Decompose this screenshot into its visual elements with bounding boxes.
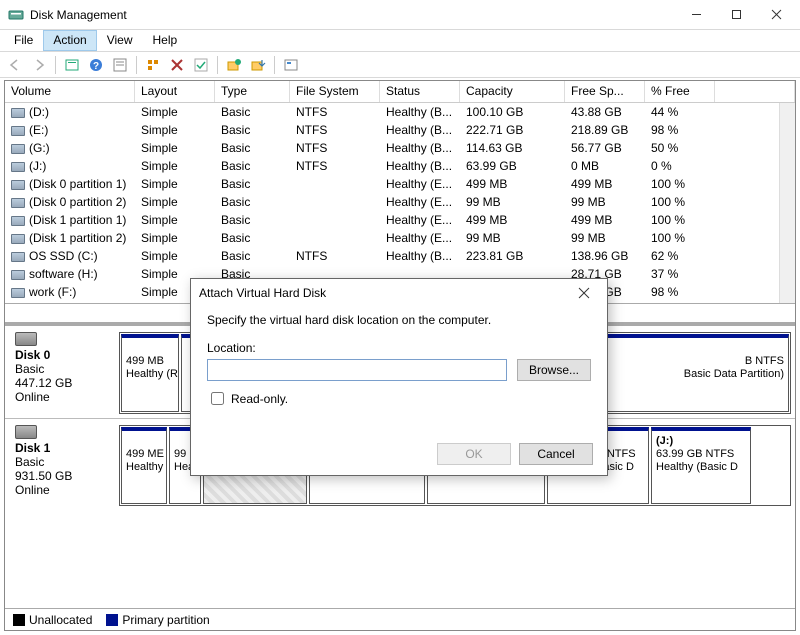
dialog-title: Attach Virtual Hard Disk — [199, 286, 569, 300]
readonly-label: Read-only. — [231, 392, 288, 406]
browse-button[interactable]: Browse... — [517, 359, 591, 381]
check-button[interactable] — [190, 54, 212, 76]
disk-info[interactable]: Disk 1Basic931.50 GBOnline — [9, 425, 119, 506]
col-layout[interactable]: Layout — [135, 81, 215, 102]
dialog-titlebar: Attach Virtual Hard Disk — [191, 279, 607, 307]
attach-vhd-dialog: Attach Virtual Hard Disk Specify the vir… — [190, 278, 608, 476]
new-partition-button[interactable] — [223, 54, 245, 76]
menu-file[interactable]: File — [4, 30, 43, 51]
legend: Unallocated Primary partition — [5, 608, 795, 630]
col-pct-free[interactable]: % Free — [645, 81, 715, 102]
back-button[interactable] — [4, 54, 26, 76]
partition[interactable]: (J:)63.99 GB NTFSHealthy (Basic D — [651, 427, 751, 504]
dialog-footer: OK Cancel — [191, 433, 607, 475]
ok-button[interactable]: OK — [437, 443, 511, 465]
volume-row[interactable]: OS SSD (C:)SimpleBasicNTFSHealthy (B...2… — [5, 247, 795, 265]
toolbar-separator — [274, 56, 275, 74]
volume-list-header: Volume Layout Type File System Status Ca… — [5, 81, 795, 103]
svg-text:?: ? — [93, 61, 99, 72]
toolbar-separator — [136, 56, 137, 74]
window-title: Disk Management — [30, 8, 676, 22]
volume-row[interactable]: (Disk 1 partition 2)SimpleBasicHealthy (… — [5, 229, 795, 247]
help-button[interactable]: ? — [85, 54, 107, 76]
minimize-button[interactable] — [676, 1, 716, 29]
maximize-button[interactable] — [716, 1, 756, 29]
close-button[interactable] — [756, 1, 796, 29]
forward-button[interactable] — [28, 54, 50, 76]
dialog-close-button[interactable] — [569, 281, 599, 305]
volume-row[interactable]: (Disk 0 partition 2)SimpleBasicHealthy (… — [5, 193, 795, 211]
volume-row[interactable]: (J:)SimpleBasicNTFSHealthy (B...63.99 GB… — [5, 157, 795, 175]
col-filesystem[interactable]: File System — [290, 81, 380, 102]
delete-button[interactable] — [166, 54, 188, 76]
volume-row[interactable]: (Disk 0 partition 1)SimpleBasicHealthy (… — [5, 175, 795, 193]
disk-icon — [15, 425, 37, 439]
partition[interactable]: 499 MEHealthy — [121, 427, 167, 504]
legend-primary: Primary partition — [106, 613, 209, 627]
attach-vhd-button[interactable] — [247, 54, 269, 76]
dialog-message: Specify the virtual hard disk location o… — [207, 313, 591, 327]
location-label: Location: — [207, 341, 591, 355]
settings-button[interactable] — [280, 54, 302, 76]
col-free[interactable]: Free Sp... — [565, 81, 645, 102]
view-button[interactable] — [142, 54, 164, 76]
toolbar-separator — [217, 56, 218, 74]
properties-button[interactable] — [109, 54, 131, 76]
menu-view[interactable]: View — [97, 30, 143, 51]
volume-row[interactable]: (G:)SimpleBasicNTFSHealthy (B...114.63 G… — [5, 139, 795, 157]
location-input[interactable] — [207, 359, 507, 381]
toolbar: ? — [0, 52, 800, 78]
disk-info[interactable]: Disk 0Basic447.12 GBOnline — [9, 332, 119, 414]
col-capacity[interactable]: Capacity — [460, 81, 565, 102]
toolbar-separator — [55, 56, 56, 74]
partition[interactable]: 499 MBHealthy (R — [121, 334, 179, 412]
col-volume[interactable]: Volume — [5, 81, 135, 102]
volume-row[interactable]: (E:)SimpleBasicNTFSHealthy (B...222.71 G… — [5, 121, 795, 139]
disk-icon — [15, 332, 37, 346]
scrollbar[interactable] — [779, 103, 795, 303]
readonly-checkbox[interactable] — [211, 392, 224, 405]
volume-row[interactable]: (Disk 1 partition 1)SimpleBasicHealthy (… — [5, 211, 795, 229]
dialog-body: Specify the virtual hard disk location o… — [191, 307, 607, 433]
menu-help[interactable]: Help — [143, 30, 188, 51]
col-padding — [715, 81, 795, 102]
titlebar: Disk Management — [0, 0, 800, 30]
volume-list[interactable]: (D:)SimpleBasicNTFSHealthy (B...100.10 G… — [5, 103, 795, 303]
col-type[interactable]: Type — [215, 81, 290, 102]
menubar: File Action View Help — [0, 30, 800, 52]
readonly-checkbox-row[interactable]: Read-only. — [207, 389, 591, 408]
legend-unallocated: Unallocated — [13, 613, 92, 627]
volume-row[interactable]: (D:)SimpleBasicNTFSHealthy (B...100.10 G… — [5, 103, 795, 121]
app-icon — [8, 7, 24, 23]
col-status[interactable]: Status — [380, 81, 460, 102]
cancel-button[interactable]: Cancel — [519, 443, 593, 465]
refresh-button[interactable] — [61, 54, 83, 76]
menu-action[interactable]: Action — [43, 30, 96, 51]
